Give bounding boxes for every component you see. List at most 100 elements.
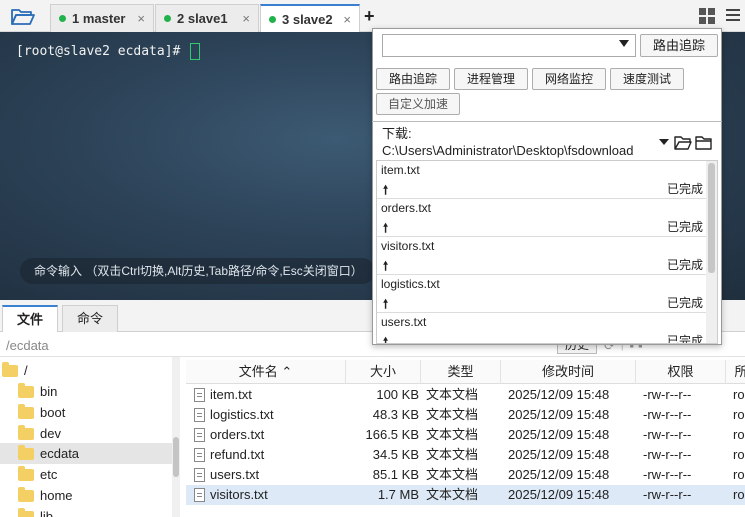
tab-master[interactable]: 1 master × [50, 4, 154, 32]
file-owner-cell: ro [733, 407, 745, 422]
close-icon[interactable]: × [343, 12, 351, 27]
column-header-owner[interactable]: 所 [726, 360, 745, 384]
folder-open-icon[interactable] [674, 133, 712, 151]
tab-label: 1 master [72, 11, 126, 26]
directory-tree: / bin boot dev ecdata etc home lib [0, 357, 180, 517]
open-folder-icon[interactable] [8, 5, 38, 27]
download-list: item.txt 🠕 已完成 orders.txt 🠕 已完成 visitors.txt 🠕 已… [376, 160, 718, 344]
tab-label: 3 slave2 [282, 11, 333, 27]
tree-item-label: boot [40, 405, 66, 420]
menu-icon[interactable] [726, 9, 740, 21]
tab-slave2[interactable]: 3 slave2 × [260, 4, 360, 32]
file-type-cell: 文本文档 [426, 487, 479, 502]
chevron-down-icon[interactable] [659, 139, 669, 145]
command-input-bar[interactable]: 命令输入 （双击Ctrl切换,Alt历史,Tab路径/命令,Esc关闭窗口） [20, 258, 375, 284]
text-file-icon [194, 388, 205, 402]
download-status: 已完成 [666, 258, 703, 272]
current-path[interactable]: /ecdata [6, 338, 49, 353]
tool-network-monitor-button[interactable]: 网络监控 [532, 68, 606, 90]
download-status: 已完成 [666, 296, 703, 310]
new-tab-button[interactable]: + [364, 6, 375, 27]
folder-icon [18, 486, 34, 502]
column-header-size[interactable]: 大小 [346, 360, 421, 384]
column-header-type[interactable]: 类型 [421, 360, 501, 384]
file-name-cell: logistics.txt [210, 407, 274, 422]
download-filename: logistics.txt [381, 277, 440, 291]
route-target-combo[interactable] [382, 34, 636, 57]
file-size-cell: 100 KB [376, 387, 419, 402]
file-table-header: 文件名 ⌃ 大小 类型 修改时间 权限 所 [186, 360, 745, 384]
download-item[interactable]: orders.txt 🠕 已完成 [377, 199, 707, 237]
file-type-cell: 文本文档 [426, 407, 479, 422]
tree-scrollbar[interactable] [172, 357, 180, 517]
divider [372, 121, 722, 122]
file-type-cell: 文本文档 [426, 387, 479, 402]
download-item[interactable]: logistics.txt 🠕 已完成 [377, 275, 707, 313]
file-mtime-cell: 2025/12/09 15:48 [508, 447, 610, 462]
tool-route-trace-button[interactable]: 路由追踪 [376, 68, 450, 90]
file-name-cell: users.txt [210, 467, 260, 482]
tree-item-lib[interactable]: lib [0, 506, 179, 517]
file-perm-cell: -rw-r--r-- [643, 427, 692, 442]
file-name-cell: orders.txt [210, 427, 265, 442]
folder-icon [18, 507, 34, 517]
file-type-cell: 文本文档 [426, 427, 479, 442]
file-name-cell: visitors.txt [210, 487, 268, 502]
download-list-scrollbar[interactable] [706, 161, 717, 343]
chevron-down-icon[interactable] [619, 40, 629, 47]
tree-item-label: ecdata [40, 446, 80, 461]
file-perm-cell: -rw-r--r-- [643, 487, 692, 502]
tool-process-button[interactable]: 进程管理 [454, 68, 528, 90]
download-item[interactable]: users.txt 🠕 已完成 [377, 313, 707, 344]
tree-item-dev[interactable]: dev [0, 423, 179, 444]
download-filename: item.txt [381, 163, 420, 177]
column-header-mtime[interactable]: 修改时间 [501, 360, 636, 384]
close-icon[interactable]: × [242, 11, 250, 26]
tree-item-etc[interactable]: etc [0, 464, 179, 485]
text-file-icon [194, 468, 205, 482]
download-filename: orders.txt [381, 201, 432, 215]
file-perm-cell: -rw-r--r-- [643, 387, 692, 402]
file-owner-cell: ro [733, 387, 745, 402]
file-mtime-cell: 2025/12/09 15:48 [508, 407, 610, 422]
arrow-up-icon: 🠕 [383, 335, 389, 344]
table-row[interactable]: visitors.txt 1.7 MB 文本文档 2025/12/09 15:48 -r… [186, 485, 745, 505]
column-header-perm[interactable]: 权限 [636, 360, 726, 384]
table-row[interactable]: orders.txt 166.5 KB 文本文档 2025/12/09 15:48 -r… [186, 425, 745, 445]
tool-custom-accel-button[interactable]: 自定义加速 [376, 93, 460, 115]
tree-item-home[interactable]: home [0, 485, 179, 506]
folder-icon [18, 444, 34, 460]
table-row[interactable]: users.txt 85.1 KB 文本文档 2025/12/09 15:48 -rw-… [186, 465, 745, 485]
file-perm-cell: -rw-r--r-- [643, 407, 692, 422]
tree-item-label: lib [40, 509, 54, 517]
download-filename: visitors.txt [381, 239, 435, 253]
table-row[interactable]: item.txt 100 KB 文本文档 2025/12/09 15:48 -rw-r-… [186, 385, 745, 405]
tree-item-boot[interactable]: boot [0, 402, 179, 423]
tree-item-root[interactable]: / [0, 360, 179, 381]
folder-icon [18, 403, 34, 419]
tree-item-label: dev [40, 426, 61, 441]
tool-speed-test-button[interactable]: 速度测试 [610, 68, 684, 90]
layout-grid-icon[interactable] [699, 8, 715, 24]
close-icon[interactable]: × [137, 11, 145, 26]
table-row[interactable]: logistics.txt 48.3 KB 文本文档 2025/12/09 15:48… [186, 405, 745, 425]
tree-item-ecdata[interactable]: ecdata [0, 443, 179, 464]
tab-slave1[interactable]: 2 slave1 × [155, 4, 259, 32]
tree-item-bin[interactable]: bin [0, 381, 179, 402]
file-name-cell: refund.txt [210, 447, 265, 462]
tab-commands[interactable]: 命令 [62, 305, 118, 332]
tab-files[interactable]: 文件 [2, 305, 58, 332]
download-item[interactable]: visitors.txt 🠕 已完成 [377, 237, 707, 275]
route-trace-button[interactable]: 路由追踪 [640, 34, 718, 57]
file-type-cell: 文本文档 [426, 467, 479, 482]
file-size-cell: 85.1 KB [372, 467, 419, 482]
text-file-icon [194, 448, 205, 462]
table-row[interactable]: refund.txt 34.5 KB 文本文档 2025/12/09 15:48 -rw… [186, 445, 745, 465]
column-header-name[interactable]: 文件名 ⌃ [186, 360, 346, 384]
file-mtime-cell: 2025/12/09 15:48 [508, 487, 610, 502]
text-file-icon [194, 408, 205, 422]
connected-status-icon [269, 15, 276, 23]
download-item[interactable]: item.txt 🠕 已完成 [377, 161, 707, 199]
tree-item-label: etc [40, 467, 58, 482]
file-perm-cell: -rw-r--r-- [643, 447, 692, 462]
